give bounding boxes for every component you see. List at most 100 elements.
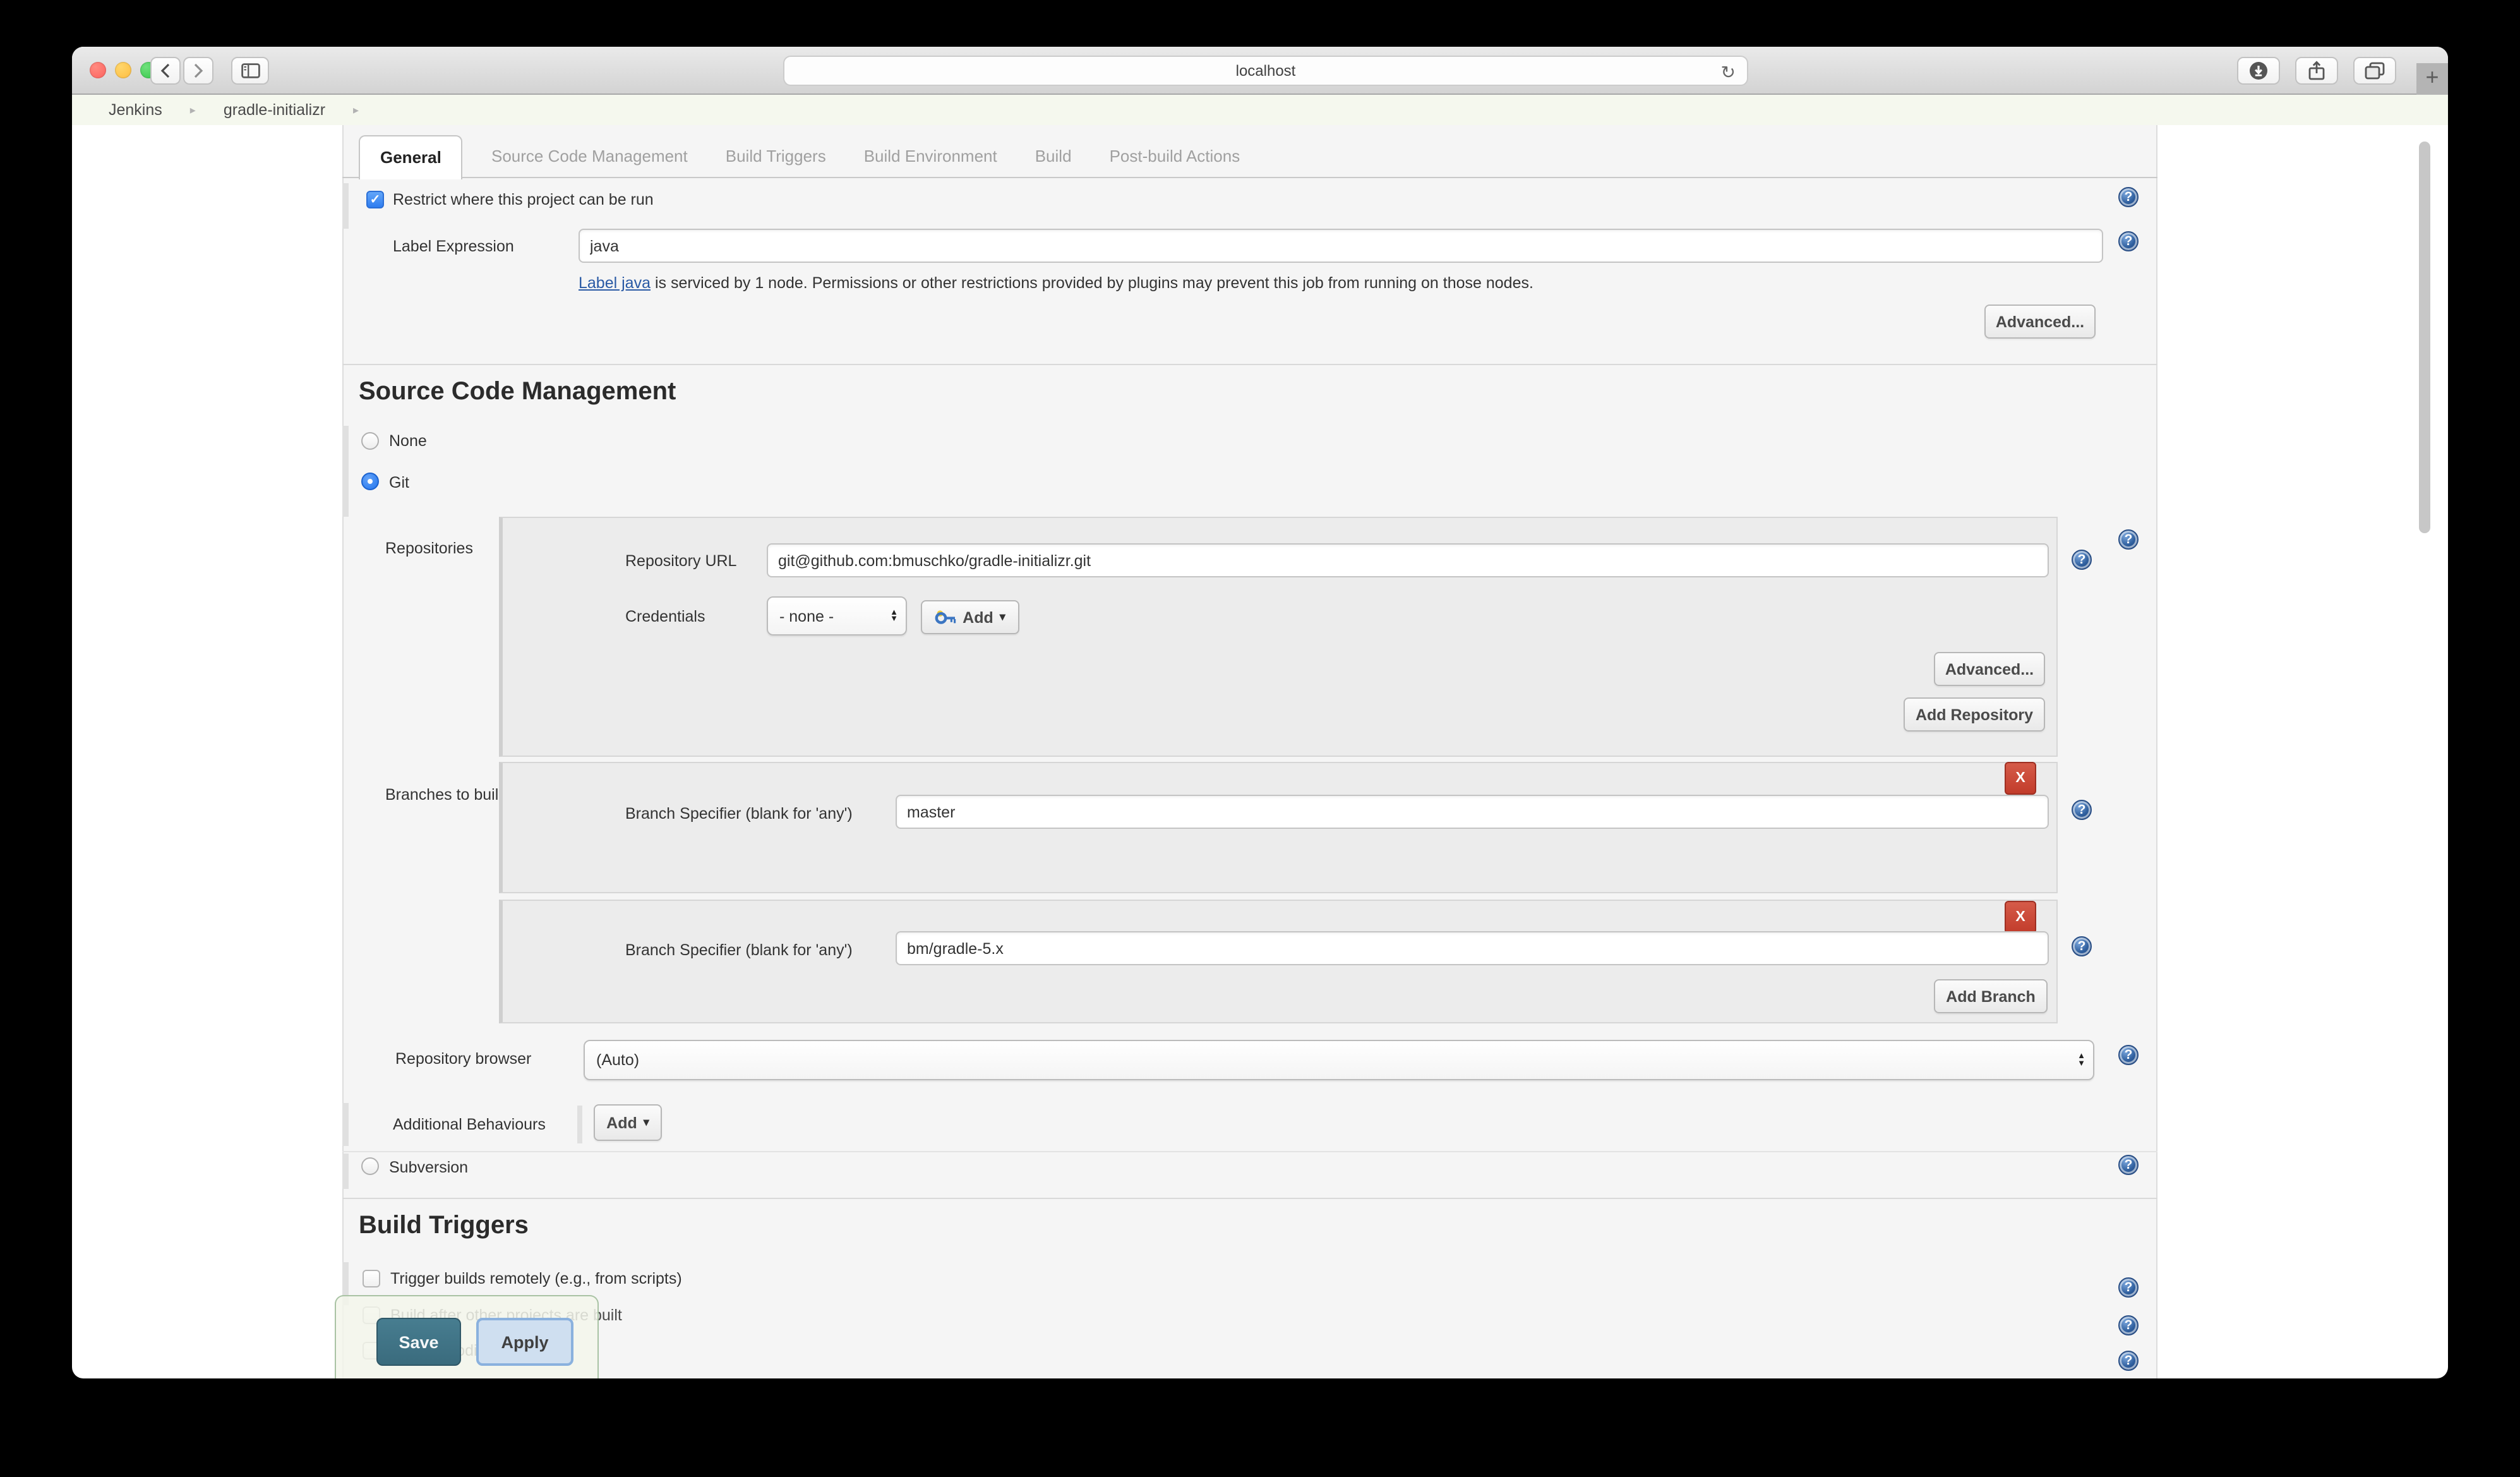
chevron-left-icon bbox=[160, 63, 171, 78]
repository-browser-label: Repository browser bbox=[395, 1050, 531, 1068]
label-java-link[interactable]: Label java bbox=[579, 274, 651, 292]
advanced-button-general[interactable]: Advanced... bbox=[1984, 304, 2096, 339]
label-expression-label: Label Expression bbox=[393, 238, 514, 255]
browser-toolbar: localhost ↻ bbox=[72, 47, 2448, 95]
trigger-remote-checkbox[interactable] bbox=[363, 1270, 380, 1287]
tab-build-triggers[interactable]: Build Triggers bbox=[726, 147, 826, 166]
help-icon[interactable]: ? bbox=[2118, 529, 2139, 550]
breadcrumb-item-job[interactable]: gradle-initializr bbox=[224, 101, 325, 119]
section-strip bbox=[577, 1106, 582, 1143]
repositories-label: Repositories bbox=[385, 540, 473, 557]
section-divider bbox=[342, 364, 2157, 365]
share-icon bbox=[2308, 61, 2325, 81]
screenshot-stage: localhost ↻ bbox=[0, 0, 2520, 1477]
help-icon[interactable]: ? bbox=[2118, 1277, 2139, 1298]
forward-button[interactable] bbox=[183, 57, 213, 85]
downloads-button[interactable] bbox=[2237, 57, 2280, 85]
help-icon[interactable]: ? bbox=[2118, 187, 2139, 207]
breadcrumb-item-jenkins[interactable]: Jenkins bbox=[109, 101, 162, 119]
tab-source-code-management[interactable]: Source Code Management bbox=[491, 147, 688, 166]
restrict-label: Restrict where this project can be run bbox=[393, 191, 654, 208]
trigger-remote-label: Trigger builds remotely (e.g., from scri… bbox=[390, 1270, 682, 1287]
help-icon[interactable]: ? bbox=[2072, 550, 2092, 570]
page-scrollbar[interactable] bbox=[2419, 142, 2430, 533]
breadcrumb-separator-icon: ▸ bbox=[190, 103, 196, 117]
row-drag-strip bbox=[342, 183, 349, 229]
close-window-button[interactable] bbox=[90, 62, 106, 78]
scm-subversion-label: Subversion bbox=[389, 1159, 468, 1176]
add-repository-button[interactable]: Add Repository bbox=[1904, 697, 2045, 732]
scm-none-label: None bbox=[389, 432, 427, 450]
tab-build[interactable]: Build bbox=[1035, 147, 1072, 166]
additional-behaviours-label: Additional Behaviours bbox=[393, 1116, 546, 1133]
add-behaviour-button[interactable]: Add ▾ bbox=[594, 1104, 662, 1141]
branches-to-build-label: Branches to build bbox=[385, 786, 507, 804]
restrict-checkbox[interactable]: ✓ bbox=[366, 191, 384, 208]
add-credentials-label: Add bbox=[963, 608, 993, 626]
build-triggers-heading: Build Triggers bbox=[359, 1212, 529, 1241]
check-icon: ✓ bbox=[370, 193, 381, 207]
row-divider bbox=[342, 1151, 2157, 1152]
tab-overview-button[interactable] bbox=[2353, 57, 2396, 85]
reload-icon[interactable]: ↻ bbox=[1721, 58, 1736, 86]
delete-branch-button[interactable]: X bbox=[2005, 762, 2036, 795]
add-behaviour-label: Add bbox=[606, 1114, 637, 1131]
delete-branch-button[interactable]: X bbox=[2005, 901, 2036, 934]
scm-none-radio[interactable] bbox=[361, 432, 379, 450]
tab-bar-divider bbox=[342, 177, 2157, 178]
select-stepper-icon: ▲▼ bbox=[2077, 1053, 2085, 1067]
help-icon[interactable]: ? bbox=[2118, 1155, 2139, 1175]
label-node-hint: Label java is serviced by 1 node. Permis… bbox=[579, 274, 1533, 292]
credentials-label: Credentials bbox=[625, 608, 705, 625]
tab-build-environment[interactable]: Build Environment bbox=[864, 147, 997, 166]
apply-button[interactable]: Apply bbox=[476, 1318, 573, 1366]
help-icon[interactable]: ? bbox=[2072, 936, 2092, 956]
breadcrumb: Jenkins ▸ gradle-initializr ▸ bbox=[72, 95, 2448, 125]
download-icon bbox=[2248, 61, 2269, 81]
help-icon[interactable]: ? bbox=[2072, 800, 2092, 820]
add-branch-button[interactable]: Add Branch bbox=[1934, 979, 2048, 1013]
repository-url-input[interactable] bbox=[767, 543, 2049, 577]
scm-heading: Source Code Management bbox=[359, 378, 676, 407]
branch-specifier-input-1[interactable] bbox=[896, 795, 2049, 829]
help-icon[interactable]: ? bbox=[2118, 1315, 2139, 1335]
label-expression-input[interactable] bbox=[579, 229, 2103, 263]
section-divider bbox=[342, 1198, 2157, 1199]
repository-url-label: Repository URL bbox=[625, 552, 736, 570]
scm-git-label: Git bbox=[389, 474, 409, 491]
share-button[interactable] bbox=[2295, 57, 2338, 85]
row-drag-strip bbox=[342, 1154, 349, 1189]
back-button[interactable] bbox=[150, 57, 181, 85]
url-text: localhost bbox=[1236, 62, 1296, 80]
tab-general[interactable]: General bbox=[359, 135, 463, 179]
caret-down-icon: ▾ bbox=[644, 1116, 649, 1130]
help-icon[interactable]: ? bbox=[2118, 231, 2139, 251]
credentials-value: - none - bbox=[779, 607, 834, 625]
credentials-select[interactable]: - none - ▲▼ bbox=[767, 596, 907, 636]
new-tab-button[interactable]: + bbox=[2416, 63, 2448, 95]
config-tab-bar: Source Code Management Build Triggers Bu… bbox=[491, 135, 1240, 177]
minimize-window-button[interactable] bbox=[115, 62, 131, 78]
breadcrumb-separator-icon: ▸ bbox=[353, 103, 359, 117]
advanced-button-repository[interactable]: Advanced... bbox=[1934, 652, 2045, 686]
scm-subversion-radio[interactable] bbox=[361, 1157, 379, 1175]
add-credentials-button[interactable]: Add ▾ bbox=[921, 600, 1019, 634]
chevron-right-icon bbox=[193, 63, 203, 78]
sidebar-toggle-button[interactable] bbox=[231, 57, 269, 85]
row-drag-strip bbox=[342, 426, 349, 517]
branch-specifier-input-2[interactable] bbox=[896, 931, 2049, 965]
help-icon[interactable]: ? bbox=[2118, 1045, 2139, 1065]
repository-browser-value: (Auto) bbox=[596, 1051, 639, 1069]
scm-git-radio[interactable] bbox=[361, 473, 379, 490]
address-bar[interactable]: localhost ↻ bbox=[783, 56, 1748, 86]
branch-specifier-label: Branch Specifier (blank for 'any') bbox=[625, 941, 853, 959]
branch-specifier-label: Branch Specifier (blank for 'any') bbox=[625, 805, 853, 823]
tab-post-build-actions[interactable]: Post-build Actions bbox=[1110, 147, 1240, 166]
tabs-icon bbox=[2365, 62, 2385, 80]
save-button[interactable]: Save bbox=[376, 1318, 461, 1366]
caret-down-icon: ▾ bbox=[1000, 610, 1005, 624]
sidebar-icon bbox=[241, 63, 260, 78]
help-icon[interactable]: ? bbox=[2118, 1351, 2139, 1371]
row-drag-strip bbox=[342, 1103, 349, 1146]
repository-browser-select[interactable]: (Auto) ▲▼ bbox=[584, 1040, 2094, 1080]
